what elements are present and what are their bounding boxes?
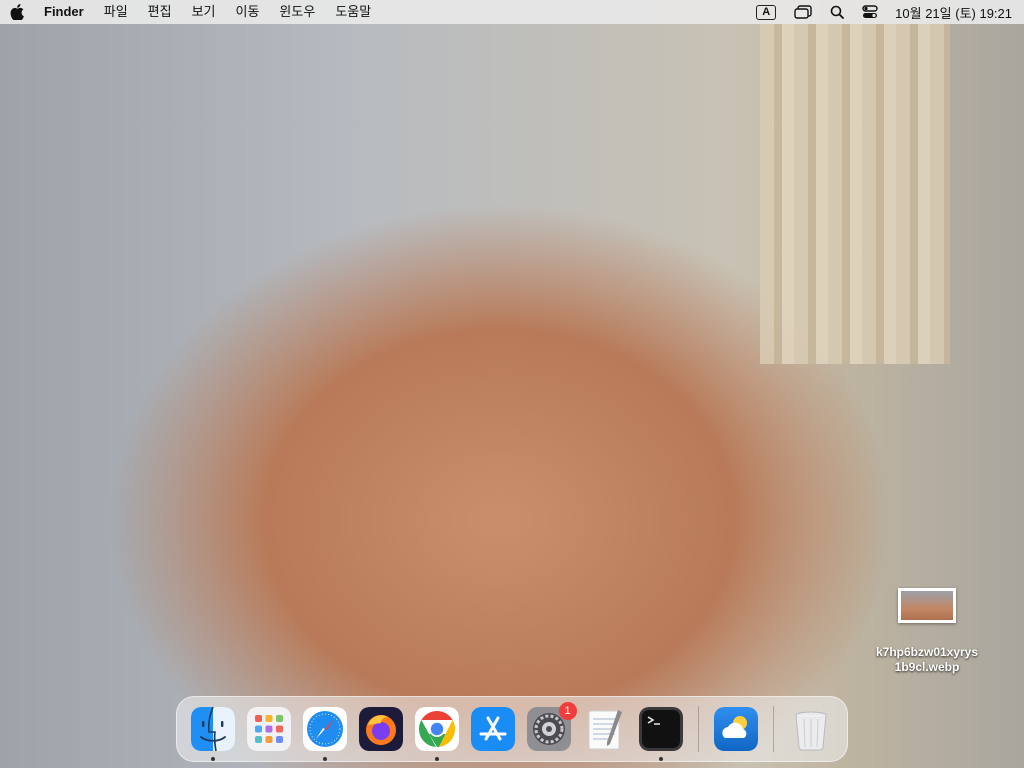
control-center-icon[interactable] (853, 0, 887, 24)
dock-chrome[interactable] (414, 705, 461, 761)
menu-edit[interactable]: 편집 (138, 0, 182, 24)
menu-app-finder[interactable]: Finder (34, 0, 94, 24)
trash-icon (795, 711, 827, 751)
dock-terminal[interactable] (638, 705, 685, 761)
dock-app-store[interactable] (470, 705, 517, 753)
dock-launchpad[interactable] (246, 705, 293, 753)
wallpaper-curtain (760, 24, 950, 364)
textedit-icon (588, 710, 622, 750)
desktop-file-name: k7hp6bzw01xyrys 1b9cl.webp (866, 645, 988, 675)
finder-icon (191, 707, 235, 751)
menu-help[interactable]: 도움말 (325, 0, 381, 24)
dock-separator (772, 706, 774, 752)
running-indicator (323, 757, 327, 761)
file-thumbnail (898, 588, 956, 623)
dock-firefox[interactable] (358, 705, 405, 753)
desktop-file-name-line2: 1b9cl.webp (894, 660, 960, 674)
desktop-file-name-line1: k7hp6bzw01xyrys (875, 645, 979, 659)
input-source-menu[interactable]: A (747, 0, 785, 24)
running-indicator (211, 757, 215, 761)
dock-system-settings[interactable]: 1 (526, 702, 577, 753)
menu-window[interactable]: 윈도우 (269, 0, 325, 24)
firefox-icon (359, 707, 403, 751)
apple-menu-icon[interactable] (0, 0, 34, 24)
running-indicator (435, 757, 439, 761)
app-store-icon (471, 707, 515, 751)
menu-bar-clock[interactable]: 10월 21일 (토) 19:21 (887, 3, 1024, 22)
menu-view[interactable]: 보기 (182, 0, 226, 24)
safari-icon (303, 707, 347, 751)
notification-badge: 1 (558, 702, 577, 720)
menu-bar-right: A 10월 21일 (토) 19:21 (747, 0, 1024, 24)
dock-trash[interactable] (787, 705, 834, 753)
dock-safari[interactable] (302, 705, 349, 761)
input-source-icon: A (756, 4, 777, 20)
menu-bar: Finder 파일 편집 보기 이동 윈도우 도움말 A 10월 21일 (토)… (0, 0, 1024, 24)
stage-manager-icon[interactable] (785, 0, 821, 24)
menu-go[interactable]: 이동 (226, 0, 270, 24)
desktop-file-icon[interactable]: k7hp6bzw01xyrys 1b9cl.webp (866, 588, 988, 675)
chrome-icon (415, 707, 459, 751)
dock-textedit[interactable] (582, 705, 629, 753)
launchpad-icon (247, 707, 291, 751)
dock-separator (698, 706, 699, 752)
dock-finder[interactable] (190, 705, 237, 761)
menu-bar-left: Finder 파일 편집 보기 이동 윈도우 도움말 (0, 0, 381, 24)
menu-file[interactable]: 파일 (94, 0, 138, 24)
weather-icon (713, 707, 758, 751)
dock-weather[interactable] (712, 705, 759, 753)
dock: 1 (176, 696, 848, 762)
spotlight-search-icon[interactable] (821, 0, 853, 24)
running-indicator (659, 757, 663, 761)
terminal-icon (639, 707, 683, 751)
